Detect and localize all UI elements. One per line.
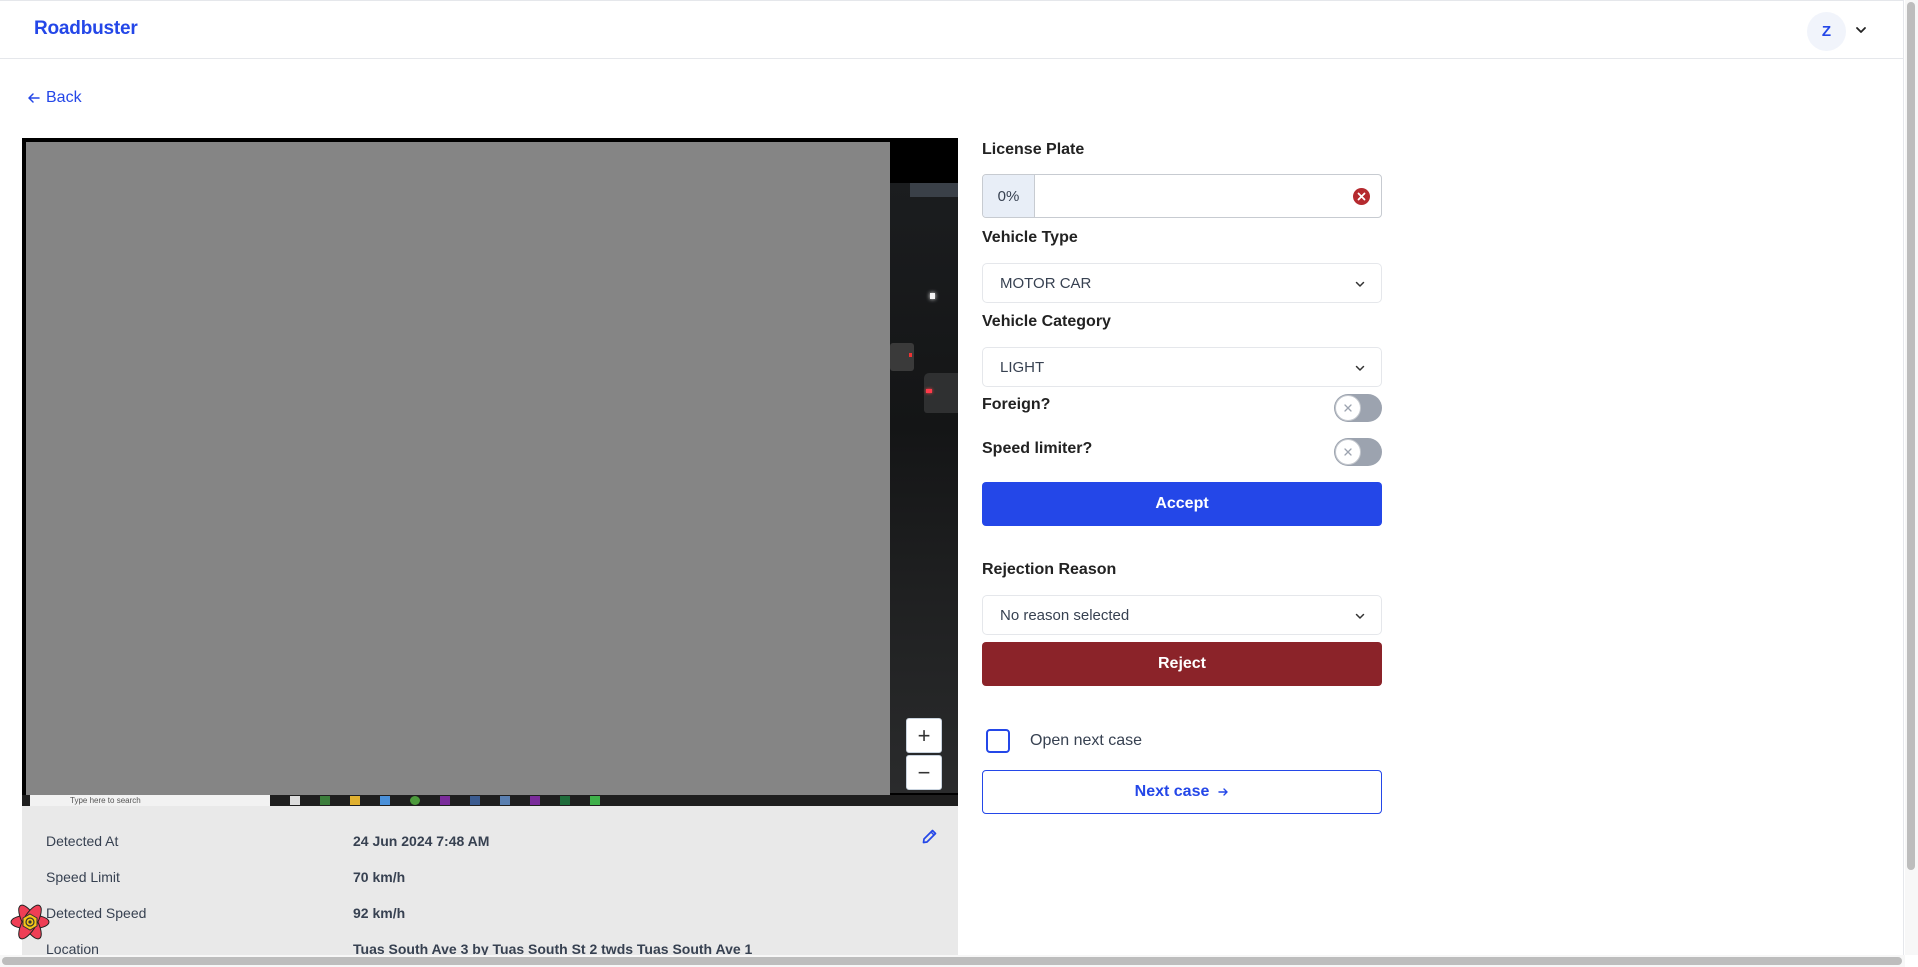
photo-car (890, 343, 914, 371)
taskbar-app-icon (440, 796, 450, 805)
detail-label: Detected Speed (46, 905, 147, 921)
next-case-label: Next case (1134, 783, 1210, 800)
vehicle-category-value: LIGHT (1000, 358, 1045, 376)
detail-row-detected-at: Detected At 24 Jun 2024 7:48 AM (22, 833, 958, 853)
back-label: Back (46, 89, 82, 106)
evidence-image-viewer[interactable]: Type here to search + − (22, 138, 958, 806)
rejection-reason-label: Rejection Reason (982, 561, 1117, 578)
back-link[interactable]: Back (27, 89, 82, 107)
taskbar-app-icon (320, 796, 330, 805)
detail-value: 70 km/h (353, 869, 406, 885)
foreign-toggle-row: Foreign? (982, 394, 1382, 422)
open-next-case-checkbox[interactable] (986, 729, 1010, 753)
arrow-right-icon (1218, 788, 1229, 796)
vehicle-category-select[interactable]: LIGHT (982, 347, 1382, 387)
vehicle-category-label: Vehicle Category (982, 313, 1111, 330)
user-avatar[interactable]: Z (1807, 12, 1846, 51)
close-icon (1335, 439, 1361, 465)
taskbar-app-icon (380, 796, 390, 805)
chevron-down-icon (1355, 613, 1365, 619)
accept-button[interactable]: Accept (982, 482, 1382, 526)
speed-limiter-label: Speed limiter? (982, 440, 1093, 457)
chevron-down-icon (1355, 281, 1365, 287)
devtools-logo-icon[interactable] (9, 901, 51, 943)
vertical-scrollbar-thumb[interactable] (1907, 2, 1915, 870)
vehicle-type-label: Vehicle Type (982, 229, 1078, 246)
license-plate-label: License Plate (982, 141, 1085, 158)
photo-taskbar-search: Type here to search (30, 795, 270, 806)
detail-value: 24 Jun 2024 7:48 AM (353, 833, 490, 849)
taskbar-app-icon (350, 796, 360, 805)
detail-row-speed-limit: Speed Limit 70 km/h (22, 869, 958, 889)
detail-label: Detected At (46, 833, 119, 849)
photo-car (924, 373, 958, 413)
taskbar-app-icon (410, 796, 420, 805)
taskbar-app-icon (470, 796, 480, 805)
horizontal-scrollbar[interactable] (0, 955, 1905, 967)
case-details-panel: Detected At 24 Jun 2024 7:48 AM Speed Li… (22, 806, 958, 957)
detail-label: Speed Limit (46, 869, 120, 885)
pencil-icon[interactable] (921, 828, 938, 845)
speed-limiter-toggle[interactable] (1334, 438, 1382, 466)
vehicle-type-value: MOTOR CAR (1000, 274, 1092, 292)
taskbar-app-icon (590, 796, 600, 805)
chevron-down-icon[interactable] (1853, 22, 1869, 38)
taskbar-app-icon (530, 796, 540, 805)
plate-confidence-badge: 0% (983, 175, 1035, 217)
zoom-controls: + − (906, 718, 942, 790)
open-next-case-option[interactable]: Open next case (986, 729, 1142, 753)
photo-street-lamp (930, 293, 935, 299)
taskbar-app-icon (500, 796, 510, 805)
foreign-toggle[interactable] (1334, 394, 1382, 422)
reject-button[interactable]: Reject (982, 642, 1382, 686)
photo-taskbar-strip: Type here to search (22, 795, 958, 806)
detail-row-detected-speed: Detected Speed 92 km/h (22, 905, 958, 925)
evidence-photo (890, 183, 958, 793)
image-redaction-overlay (26, 142, 890, 799)
license-plate-input[interactable] (1035, 175, 1347, 217)
zoom-in-button[interactable]: + (906, 718, 942, 753)
speed-limiter-toggle-row: Speed limiter? (982, 438, 1382, 466)
clear-icon[interactable] (1353, 188, 1370, 205)
chevron-down-icon (1355, 365, 1365, 371)
arrow-left-icon (28, 93, 40, 103)
taskbar-app-icon (290, 796, 300, 805)
rejection-reason-value: No reason selected (1000, 606, 1130, 624)
foreign-label: Foreign? (982, 396, 1051, 413)
license-plate-field: 0% (982, 174, 1382, 218)
photo-sky (910, 183, 958, 197)
vehicle-type-select[interactable]: MOTOR CAR (982, 263, 1382, 303)
app-header: Roadbuster Z (0, 2, 1904, 59)
zoom-out-button[interactable]: − (906, 755, 942, 790)
close-icon (1335, 395, 1361, 421)
taskbar-app-icon (560, 796, 570, 805)
next-case-button[interactable]: Next case (982, 770, 1382, 814)
detail-value: 92 km/h (353, 905, 406, 921)
brand-logo[interactable]: Roadbuster (34, 18, 138, 40)
open-next-case-label: Open next case (1030, 732, 1143, 749)
horizontal-scrollbar-thumb[interactable] (2, 957, 1902, 965)
page: Roadbuster Z Back Type here to search + … (0, 0, 1904, 957)
vertical-scrollbar[interactable] (1905, 0, 1918, 955)
rejection-reason-select[interactable]: No reason selected (982, 595, 1382, 635)
